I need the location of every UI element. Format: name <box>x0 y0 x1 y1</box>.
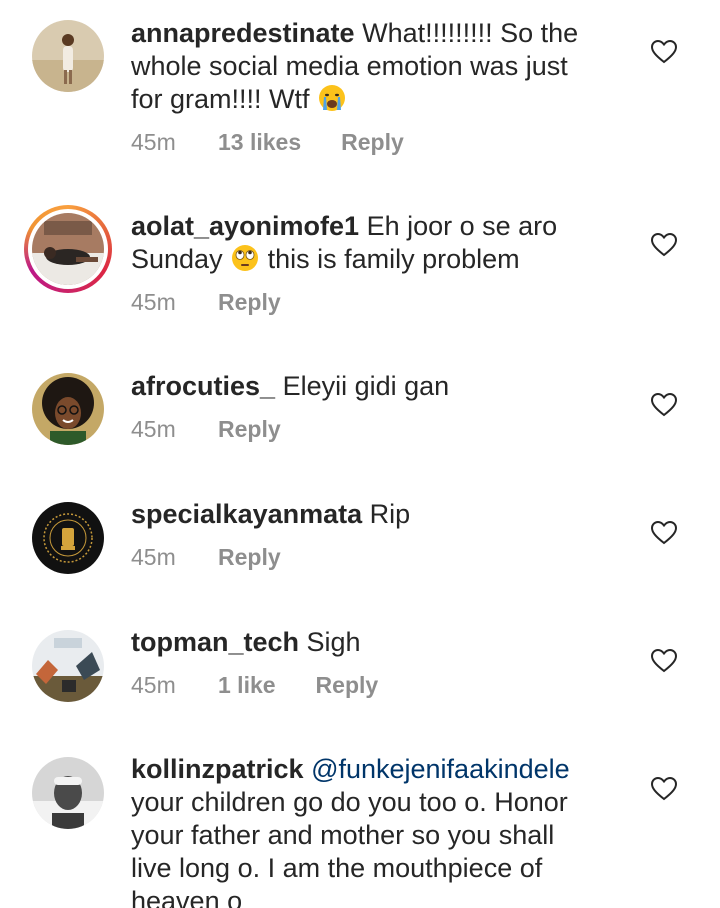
reply-button[interactable]: Reply <box>218 416 281 443</box>
comment-body: Eleyii gidi gan <box>275 371 450 401</box>
avatar <box>32 213 104 285</box>
reply-button[interactable]: Reply <box>341 129 404 156</box>
comment-text: kollinzpatrick @funkejenifaakindele your… <box>131 753 601 908</box>
comment-username[interactable]: kollinzpatrick <box>131 754 304 784</box>
comment-body: your children go do you too o. Honor you… <box>131 787 568 908</box>
comment-text: annapredestinate What!!!!!!!!! So the wh… <box>131 17 601 116</box>
comment-time: 45m <box>131 289 176 315</box>
comment-mention[interactable]: @funkejenifaakindele <box>311 754 570 784</box>
reply-button[interactable]: Reply <box>218 544 281 571</box>
crying-face-icon <box>319 85 346 111</box>
comment-text: specialkayanmata Rip <box>131 498 601 531</box>
comment-username[interactable]: specialkayanmata <box>131 499 362 529</box>
avatar[interactable] <box>32 20 104 92</box>
like-heart-icon[interactable] <box>650 38 678 66</box>
avatar-story[interactable] <box>24 205 112 293</box>
avatar[interactable] <box>32 757 104 829</box>
comment-text: afrocuties_ Eleyii gidi gan <box>131 370 601 403</box>
eye-roll-face-icon <box>232 245 259 271</box>
reply-button[interactable]: Reply <box>316 672 379 699</box>
like-heart-icon[interactable] <box>650 391 678 419</box>
comment-time: 45m <box>131 672 176 698</box>
like-heart-icon[interactable] <box>650 519 678 547</box>
comment-username[interactable]: aolat_ayonimofe1 <box>131 211 359 241</box>
comment-username[interactable]: afrocuties_ <box>131 371 275 401</box>
like-heart-icon[interactable] <box>650 647 678 675</box>
comment-username[interactable]: annapredestinate <box>131 18 355 48</box>
comment-body: this is family problem <box>260 244 520 274</box>
comment-body: Rip <box>362 499 411 529</box>
comment-likes[interactable]: 1 like <box>218 672 276 699</box>
comment-meta: 45m 13 likes Reply <box>131 129 404 156</box>
comment-meta: 45m Reply <box>131 289 281 316</box>
like-heart-icon[interactable] <box>650 231 678 259</box>
comment-time: 45m <box>131 544 176 570</box>
comment-body: Sigh <box>299 627 361 657</box>
comment-text: topman_tech Sigh <box>131 626 601 659</box>
avatar[interactable] <box>32 373 104 445</box>
avatar[interactable] <box>32 502 104 574</box>
comment-text: aolat_ayonimofe1 Eh joor o se aro Sunday… <box>131 210 601 276</box>
comment-time: 45m <box>131 129 176 155</box>
comment-time: 45m <box>131 416 176 442</box>
avatar[interactable] <box>32 630 104 702</box>
comment-meta: 45m 1 like Reply <box>131 672 378 699</box>
like-heart-icon[interactable] <box>650 775 678 803</box>
reply-button[interactable]: Reply <box>218 289 281 316</box>
comment-meta: 45m Reply <box>131 416 281 443</box>
comment-likes[interactable]: 13 likes <box>218 129 301 156</box>
comment-username[interactable]: topman_tech <box>131 627 299 657</box>
comment-meta: 45m Reply <box>131 544 281 571</box>
